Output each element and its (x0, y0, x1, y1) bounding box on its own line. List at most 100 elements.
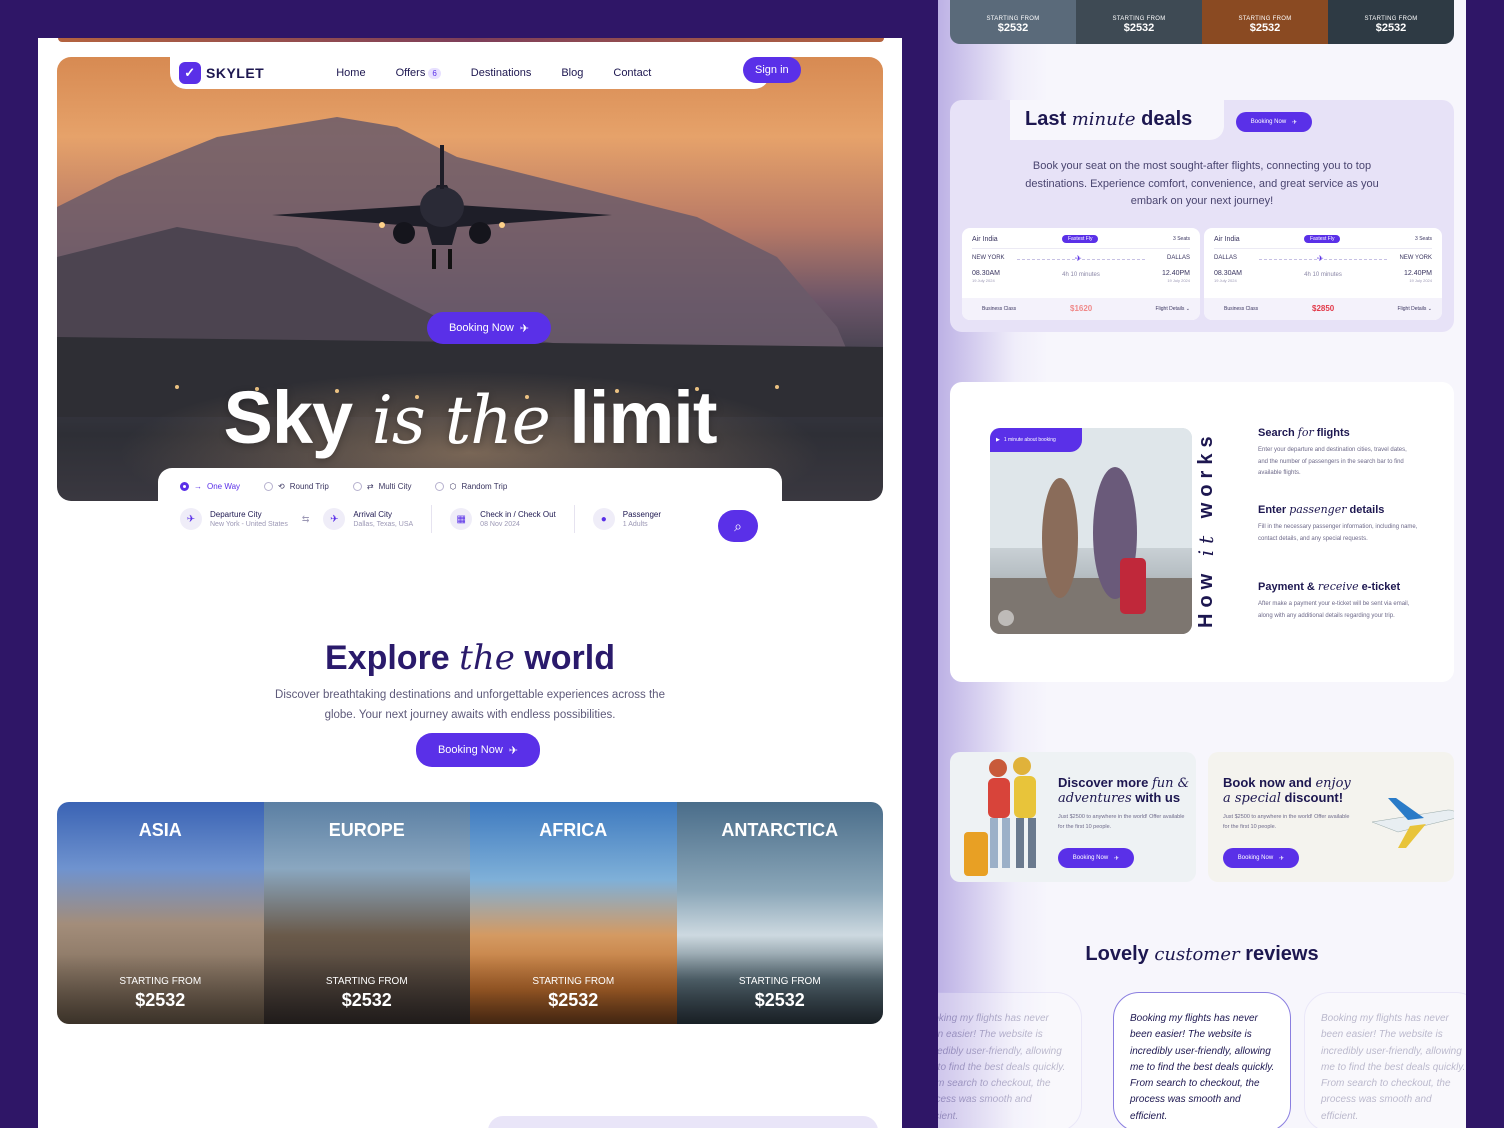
destination-card-europe[interactable]: EUROPE STARTING FROM $2532 (263, 802, 470, 1024)
arrival-time: 12.40PM 19 July 2024 (1403, 270, 1432, 283)
explore-title: Explore the world (325, 638, 615, 678)
airplane-image (1371, 798, 1454, 848)
promo-booking-button[interactable]: Booking Now ✈ (1058, 848, 1134, 868)
offers-count-badge: 6 (428, 68, 441, 79)
destination-card[interactable]: STARTING FROM $2532 (1076, 0, 1202, 44)
review-card: Booking my flights has never been easier… (1304, 992, 1466, 1128)
previous-section-strip (58, 38, 884, 42)
trip-random[interactable]: ⬡ Random Trip (435, 482, 507, 491)
flight-search-bar: → One Way ⟲ Round Trip ⇄ Multi City ⬡ Ra… (158, 468, 782, 556)
nav-offers[interactable]: Offers 6 (396, 67, 441, 79)
plane-landing-icon: ✈ (323, 508, 346, 530)
destination-card-antarctica[interactable]: ANTARCTICA STARTING FROM $2532 (676, 802, 883, 1024)
trip-round-trip[interactable]: ⟲ Round Trip (264, 482, 329, 491)
swap-icon[interactable]: ⇆ (302, 514, 310, 525)
starting-from-label: STARTING FROM (738, 976, 821, 987)
divider (1214, 248, 1432, 249)
flight-ticket[interactable]: Air India Fastest Fly 3 Seats NEW YORK D… (962, 228, 1200, 320)
destination-name: ANTARCTICA (721, 820, 839, 840)
nav-destinations[interactable]: Destinations (471, 67, 532, 79)
explore-description: Discover breathtaking destinations and u… (275, 689, 665, 721)
radio-icon (352, 482, 362, 491)
destination-price: $2532 (135, 990, 186, 1010)
from-city: DALLAS (1214, 255, 1238, 261)
travelers-image (964, 757, 1036, 876)
arrival-time: 12.40PM 19 July 2024 (1161, 270, 1190, 283)
promo-card-discount: Book now and enjoy a special discount! Ju… (1208, 752, 1454, 882)
how-it-works-title: How it works (1194, 430, 1218, 628)
fastest-badge: Fastest Fly (1062, 235, 1099, 243)
last-minute-deals: Last minute deals Booking Now ✈ Book your… (950, 100, 1454, 332)
last-minute-description: Book your seat on the most sought-after … (1025, 160, 1379, 207)
seats-left: 3 Seats (1173, 236, 1190, 242)
nav-contact[interactable]: Contact (613, 67, 651, 79)
trip-multi-city[interactable]: ⇄ Multi City (352, 482, 411, 491)
flight-ticket[interactable]: Air India Fastest Fly 3 Seats DALLAS NEW… (1204, 228, 1442, 320)
starting-from-label: STARTING FROM (532, 976, 615, 987)
landing-page-frame: Booking Now ✈ Sky is the limit ✓ SKYLET H… (38, 38, 902, 1128)
trip-one-way[interactable]: → One Way (180, 482, 240, 491)
airplane-image (272, 145, 612, 269)
step-payment: Payment & receive e-ticket After make a … (1258, 580, 1410, 619)
hero-title: Sky is the limit (223, 376, 718, 459)
departure-field[interactable]: ✈ Departure City New York - United States (180, 508, 288, 530)
destination-card[interactable]: STARTING FROM $2532 (950, 0, 1076, 44)
date-field[interactable]: ▦ Check in / Check Out 08 Nov 2024 (450, 508, 556, 530)
passenger-field[interactable]: ● Passenger 1 Adults (592, 508, 661, 530)
plane-icon: ✈ (1075, 254, 1082, 263)
promo-booking-button[interactable]: Booking Now ✈ (1223, 848, 1299, 868)
hero-banner: Booking Now ✈ Sky is the limit (57, 57, 883, 501)
hero-booking-button[interactable]: Booking Now ✈ (427, 312, 551, 344)
seat-class: Business Class (1224, 306, 1259, 312)
radio-selected-icon (180, 482, 189, 491)
destination-card[interactable]: STARTING FROM $2532 (1328, 0, 1454, 44)
sign-in-button[interactable]: Sign in (743, 57, 801, 83)
destination-price: $2532 (341, 990, 392, 1010)
promo-card-adventures: Discover more fun & adventures with us Ju… (950, 752, 1196, 882)
last-minute-booking-button[interactable]: Booking Now ✈ (1236, 112, 1312, 132)
from-city: NEW YORK (972, 255, 1005, 261)
next-section-preview (488, 1116, 878, 1128)
arrival-field[interactable]: ✈ Arrival City Dallas, Texas, USA (323, 508, 413, 530)
plane-takeoff-icon: ✈ (519, 322, 530, 335)
destination-name: EUROPE (328, 820, 405, 840)
plane-takeoff-icon: ✈ (1292, 119, 1298, 126)
step-search-flights: Search for flights Enter your departure … (1258, 426, 1407, 476)
to-city: NEW YORK (1399, 255, 1432, 261)
destination-price: $2532 (754, 990, 805, 1010)
calendar-icon: ▦ (450, 508, 473, 530)
seats-left: 3 Seats (1415, 236, 1432, 242)
flight-details-link[interactable]: Flight Details ⌄ (1398, 306, 1433, 312)
last-minute-title: Last minute deals (1025, 108, 1193, 130)
ticket-price: $2850 (1312, 304, 1335, 313)
destination-name: AFRICA (539, 820, 608, 840)
starting-from-label: STARTING FROM (325, 976, 408, 987)
trip-type-selector: → One Way ⟲ Round Trip ⇄ Multi City ⬡ Ra… (158, 468, 782, 491)
destination-card[interactable]: STARTING FROM $2532 (1202, 0, 1328, 44)
nav-home[interactable]: Home (336, 67, 365, 79)
flight-details-link[interactable]: Flight Details ⌄ (1156, 306, 1191, 312)
children-illustration (990, 428, 1192, 634)
explore-booking-button[interactable]: Booking Now ✈ (416, 733, 540, 767)
booking-video-badge[interactable]: ▶ 1 minute about booking (990, 428, 1082, 452)
field-divider (431, 505, 433, 533)
search-icon: ⌕ (734, 517, 742, 534)
destination-card-asia[interactable]: ASIA STARTING FROM $2532 (57, 802, 264, 1024)
divider (972, 248, 1190, 249)
search-button[interactable]: ⌕ (718, 510, 758, 542)
user-icon: ● (592, 508, 615, 530)
brand-logo[interactable]: ✓ SKYLET (179, 62, 264, 84)
plane-takeoff-icon: ✈ (180, 508, 202, 530)
ticket-price: $1620 (1070, 304, 1093, 313)
search-fields: ✈ Departure City New York - United States… (158, 491, 782, 533)
landing-page-continued: STARTING FROM $2532 STARTING FROM $2532 ST… (938, 0, 1466, 1128)
reviews-title: Lovely customer reviews (1085, 943, 1319, 965)
plane-icon: ✈ (1317, 254, 1324, 263)
skylet-logo-icon: ✓ (179, 62, 201, 84)
destination-card-africa[interactable]: AFRICA STARTING FROM $2532 (470, 802, 677, 1024)
starting-from-label: STARTING FROM (119, 976, 202, 987)
review-card: Booking my flights has never been easier… (1113, 992, 1291, 1128)
nav-blog[interactable]: Blog (561, 67, 583, 79)
destination-cards: ASIA STARTING FROM $2532 EUROPE STARTING… (57, 802, 883, 1024)
destination-price: $2532 (548, 990, 599, 1010)
